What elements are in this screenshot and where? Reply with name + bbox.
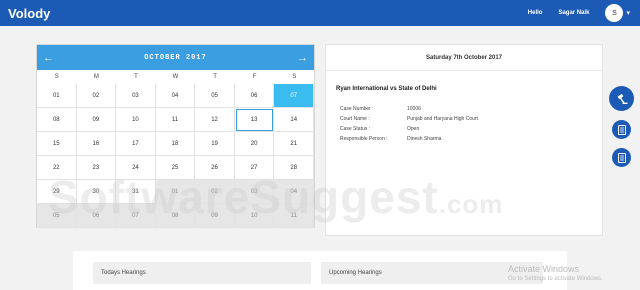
calendar-day[interactable]: 03 (116, 84, 156, 108)
calendar-day[interactable]: 04 (274, 180, 314, 204)
case-info-value: Punjab and Haryana High Court (407, 116, 478, 122)
calendar-day[interactable]: 27 (234, 156, 275, 180)
calendar-day[interactable]: 19 (195, 132, 235, 156)
calendar-day[interactable]: 11 (274, 204, 314, 228)
calendar-day[interactable]: 17 (116, 132, 156, 156)
chevron-down-icon[interactable]: ▾ (626, 9, 630, 17)
case-info-list: Case Number : 10006 Court Name : Punjab and… (340, 104, 602, 144)
case-info-row: Case Status : Open (340, 124, 602, 134)
calendar-day[interactable]: 05 (195, 84, 235, 108)
calendar-day[interactable]: 01 (37, 84, 77, 108)
calendar-day[interactable]: 22 (37, 156, 77, 180)
prev-month-button[interactable]: ← (43, 52, 54, 64)
calendar-day[interactable]: 06 (76, 204, 117, 228)
calendar-day-selected[interactable]: 13 (234, 108, 275, 132)
user-name[interactable]: Sagar Naik (558, 10, 589, 16)
calendar-day[interactable]: 04 (155, 84, 196, 108)
greeting-text: Hello (527, 10, 543, 16)
weekday-label: S (292, 74, 297, 80)
weekday-label: T (213, 74, 217, 80)
todays-hearings-tab[interactable]: Todays Hearings (93, 262, 311, 284)
case-detail-panel: Saturday 7th October 2017 Ryan Internati… (325, 44, 603, 236)
document-icon (617, 124, 626, 135)
calendar-day[interactable]: 29 (37, 180, 77, 204)
case-info-row: Court Name : Punjab and Haryana High Cour… (340, 114, 602, 124)
user-area: Hello Sagar Naik S ▾ (528, 0, 630, 26)
calendar-day[interactable]: 03 (234, 180, 275, 204)
calendar-day[interactable]: 16 (76, 132, 117, 156)
calendar-day[interactable]: 09 (195, 204, 235, 228)
app-logo[interactable]: Volody (8, 6, 50, 21)
case-info-label: Responsible Person : (340, 136, 388, 142)
calendar-widget: ← OCTOBER 2017 → SMTWTFS 01 02 03 04 05 06 07 0… (36, 44, 315, 228)
case-info-value: Open (407, 126, 420, 132)
calendar-day[interactable]: 02 (76, 84, 117, 108)
todays-hearings-label: Todays Hearings (101, 270, 146, 276)
calendar-day[interactable]: 10 (116, 108, 156, 132)
calendar-day[interactable]: 05 (37, 204, 77, 228)
case-info-value: 10006 (407, 106, 421, 112)
weekday-row: SMTWTFS (37, 70, 314, 84)
calendar-days-grid: 01 02 03 04 05 06 07 08 09 10 11 12 13 14 15 16 17 18 19 20… (37, 84, 314, 228)
upcoming-hearings-tab[interactable]: Upcoming Hearings (321, 262, 543, 284)
gavel-icon (617, 93, 627, 104)
weekday-label: S (54, 74, 59, 80)
calendar-day-today[interactable]: 07 (274, 84, 314, 108)
calendar-day[interactable]: 10 (234, 204, 275, 228)
calendar-day[interactable]: 20 (234, 132, 275, 156)
case-info-value: Dinesh Sharma (407, 136, 442, 142)
calendar-day[interactable]: 26 (195, 156, 235, 180)
calendar-day[interactable]: 23 (76, 156, 117, 180)
calendar-day[interactable]: 31 (116, 180, 156, 204)
document-button-1[interactable] (612, 120, 631, 139)
calendar-day[interactable]: 02 (195, 180, 235, 204)
avatar[interactable]: S (605, 4, 624, 22)
case-info-label: Case Status : (340, 126, 371, 132)
weekday-label: W (172, 74, 179, 80)
calendar-day[interactable]: 28 (274, 156, 314, 180)
avatar-initial: S (612, 9, 617, 17)
case-info-row: Responsible Person : Dinesh Sharma (340, 134, 602, 144)
calendar-header: ← OCTOBER 2017 → (37, 45, 314, 70)
calendar-day[interactable]: 06 (234, 84, 275, 108)
calendar-day[interactable]: 01 (155, 180, 196, 204)
document-button-2[interactable] (612, 148, 631, 167)
calendar-day[interactable]: 14 (274, 108, 314, 132)
calendar-day[interactable]: 18 (155, 132, 196, 156)
calendar-day[interactable]: 07 (116, 204, 156, 228)
calendar-day[interactable]: 30 (76, 180, 117, 204)
calendar-day[interactable]: 12 (195, 108, 235, 132)
case-title[interactable]: Ryan International vs State of Delhi (336, 86, 602, 92)
case-info-label: Court Name : (340, 116, 370, 122)
add-hearing-button[interactable] (609, 86, 634, 111)
calendar-day[interactable]: 08 (155, 204, 196, 228)
case-info-row: Case Number : 10006 (340, 104, 602, 114)
top-navbar: Volody Hello Sagar Naik S ▾ (0, 0, 640, 26)
calendar-day[interactable]: 09 (76, 108, 117, 132)
calendar-month-title: OCTOBER 2017 (144, 53, 207, 62)
weekday-label: F (252, 74, 257, 80)
selected-date-heading: Saturday 7th October 2017 (326, 45, 602, 71)
calendar-day[interactable]: 24 (116, 156, 156, 180)
calendar-day[interactable]: 25 (155, 156, 196, 180)
calendar-day[interactable]: 08 (37, 108, 77, 132)
calendar-day[interactable]: 15 (37, 132, 77, 156)
case-info-label: Case Number : (340, 106, 374, 112)
weekday-label: M (93, 74, 99, 80)
calendar-day[interactable]: 11 (155, 108, 196, 132)
document-icon (617, 152, 626, 163)
weekday-label: T (134, 74, 138, 80)
next-month-button[interactable]: → (297, 52, 308, 64)
calendar-day[interactable]: 21 (274, 132, 314, 156)
upcoming-hearings-label: Upcoming Hearings (329, 270, 382, 276)
